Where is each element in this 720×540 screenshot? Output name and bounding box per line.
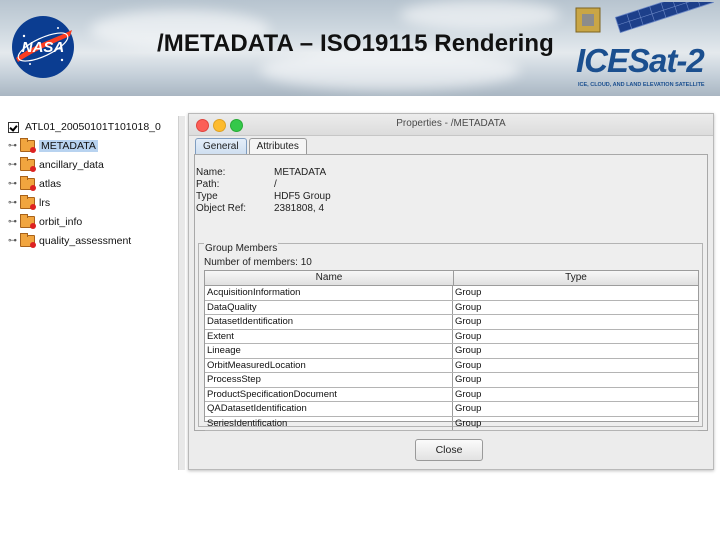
tree-root-file[interactable]: ATL01_20050101T101018_0 [6,119,161,135]
hdf5-file-icon [8,121,19,133]
folder-icon [20,213,36,229]
tree-root-label: ATL01_20050101T101018_0 [25,121,161,133]
icesat2-logo: ICESat-2 ICE, CLOUD, AND LAND ELEVATION … [560,2,720,94]
table-row[interactable]: Lineage Group [205,344,698,359]
tree-expand-icon[interactable]: ⊶ [8,235,18,246]
tree-item-label: ancillary_data [39,158,104,171]
file-tree: ATL01_20050101T101018_0 ⊶ METADATA ⊶ anc… [6,116,184,470]
table-row[interactable]: ProductSpecificationDocument Group [205,387,698,402]
tree-item-orbit-info[interactable]: ⊶ orbit_info [8,213,82,230]
general-panel: Name: METADATA Path: / Type HDF5 Group O… [194,154,708,431]
tab-bar: General Attributes [195,138,309,155]
satellite-icon [575,2,715,34]
nasa-logo-text: NASA [22,39,65,56]
info-key: Name: [196,167,226,178]
info-key: Path: [196,179,220,190]
table-row[interactable]: Extent Group [205,329,698,344]
info-value: / [274,179,277,190]
info-row-name: Name: METADATA [196,167,331,179]
tree-expand-icon[interactable]: ⊶ [8,178,18,189]
member-type: Group [455,330,482,342]
info-value: 2381808, 4 [274,203,325,214]
tree-item-atlas[interactable]: ⊶ atlas [8,175,61,192]
member-type: Group [455,301,482,313]
nasa-logo: NASA [12,16,74,78]
column-header-name[interactable]: Name [205,271,454,285]
table-row[interactable]: DatasetIdentification Group [205,315,698,330]
tree-item-label: quality_assessment [39,234,132,247]
group-members-title: Group Members [204,243,279,254]
slide-title: /METADATA – ISO19115 Rendering [157,30,554,57]
tree-item-quality-assessment[interactable]: ⊶ quality_assessment [8,232,131,249]
member-name: AcquisitionInformation [205,286,453,300]
info-value: METADATA [274,167,327,178]
table-row[interactable]: ProcessStep Group [205,373,698,388]
members-table: Name Type AcquisitionInformation Group Da… [204,270,699,431]
folder-icon [20,232,36,248]
slide-header-banner: NASA /METADATA – ISO19115 Rendering ICES… [0,0,720,96]
table-row[interactable]: QADatasetIdentification Group [205,402,698,417]
cloud-decoration [400,0,560,30]
window-title: Properties - /METADATA [396,118,506,129]
member-count: Number of members: 10 [204,257,312,268]
tree-item-metadata[interactable]: ⊶ METADATA [8,137,98,154]
icesat2-wordmark: ICESat-2 [576,42,705,79]
tree-item-lrs[interactable]: ⊶ lrs [8,194,50,211]
close-button[interactable]: Close [415,439,483,461]
tree-expand-icon[interactable]: ⊶ [8,140,18,151]
table-header: Name Type [205,271,698,286]
tree-item-ancillary-data[interactable]: ⊶ ancillary_data [8,156,104,173]
table-row[interactable]: SeriesIdentification Group [205,416,698,431]
member-type: Group [455,403,482,414]
table-row[interactable]: OrbitMeasuredLocation Group [205,358,698,373]
info-row-object-ref: Object Ref: 2381808, 4 [196,203,331,215]
folder-icon [20,194,36,210]
folder-icon [20,137,36,153]
table-row[interactable]: AcquisitionInformation Group [205,286,698,301]
member-name: OrbitMeasuredLocation [205,358,453,372]
member-type: Group [455,287,482,298]
tree-scrollbar[interactable] [178,116,185,470]
info-key: Type [196,191,218,202]
window-titlebar[interactable]: Properties - /METADATA [189,114,713,136]
tree-item-label: METADATA [39,139,98,152]
tree-expand-icon[interactable]: ⊶ [8,197,18,208]
icesat2-tagline: ICE, CLOUD, AND LAND ELEVATION SATELLITE [578,82,705,88]
properties-window: Properties - /METADATA General Attribute… [188,113,714,470]
tree-item-label: lrs [39,196,51,209]
tree-expand-icon[interactable]: ⊶ [8,216,18,227]
member-type: Group [455,316,482,327]
info-row-path: Path: / [196,179,331,191]
tree-item-label: atlas [39,177,62,190]
info-value: HDF5 Group [274,191,331,202]
member-type: Group [455,345,482,356]
member-name: SeriesIdentification [205,416,453,430]
table-row[interactable]: DataQuality Group [205,300,698,315]
member-name: Lineage [205,344,453,358]
info-key: Object Ref: [196,203,247,214]
member-name: ProductSpecificationDocument [205,387,453,401]
folder-icon [20,175,36,191]
object-info: Name: METADATA Path: / Type HDF5 Group O… [196,167,331,215]
member-name: QADatasetIdentification [205,402,453,416]
folder-icon [20,156,36,172]
member-name: Extent [205,329,453,343]
member-name: DatasetIdentification [205,315,453,329]
member-name: ProcessStep [205,373,453,387]
member-type: Group [455,417,482,429]
tree-expand-icon[interactable]: ⊶ [8,159,18,170]
member-name: DataQuality [205,300,453,314]
member-type: Group [455,388,482,400]
member-type: Group [455,359,482,371]
group-members-section: Group Members Number of members: 10 Name… [198,243,703,431]
column-header-type[interactable]: Type [454,271,698,285]
info-row-type: Type HDF5 Group [196,191,331,203]
tree-item-label: orbit_info [39,215,83,228]
tab-general[interactable]: General [195,138,247,154]
tab-attributes[interactable]: Attributes [248,138,307,154]
member-type: Group [455,374,482,385]
